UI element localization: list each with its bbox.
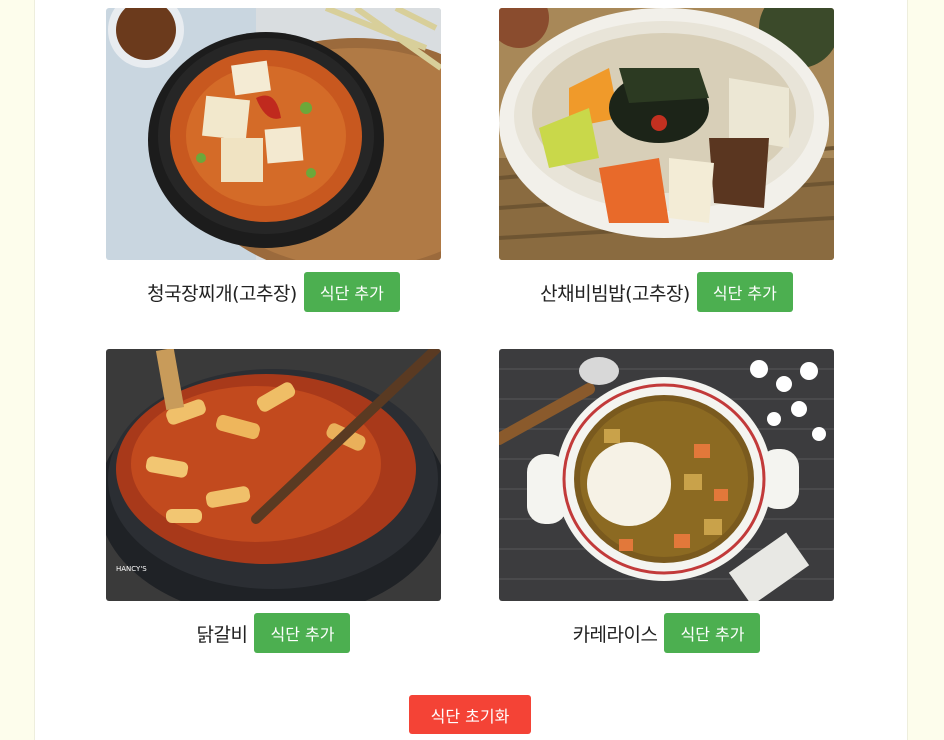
dish-caption: 닭갈비 식단 추가 bbox=[106, 613, 441, 653]
dish-caption: 카레라이스 식단 추가 bbox=[499, 613, 834, 653]
dish-name: 청국장찌개(고추장) bbox=[147, 282, 297, 305]
cheonggukjang-stew-image bbox=[106, 8, 441, 260]
dish-card-4: 카레라이스 식단 추가 bbox=[499, 349, 834, 653]
dish-card-2: 산채비빔밥(고추장) 식단 추가 bbox=[499, 8, 834, 312]
curry-rice-image bbox=[499, 349, 834, 601]
reset-menu-button[interactable]: 식단 초기화 bbox=[409, 695, 531, 734]
add-to-menu-button[interactable]: 식단 추가 bbox=[254, 613, 351, 653]
add-to-menu-button[interactable]: 식단 추가 bbox=[696, 272, 793, 312]
dish-card-3: HANCY'S 닭갈비 식단 추가 bbox=[106, 349, 441, 653]
add-to-menu-button[interactable]: 식단 추가 bbox=[664, 613, 761, 653]
dish-name: 산채비빔밥(고추장) bbox=[540, 282, 690, 305]
dakgalbi-image: HANCY'S bbox=[106, 349, 441, 601]
dish-name: 닭갈비 bbox=[196, 623, 248, 646]
dish-caption: 산채비빔밥(고추장) 식단 추가 bbox=[499, 272, 834, 312]
dish-name: 카레라이스 bbox=[572, 623, 658, 646]
add-to-menu-button[interactable]: 식단 추가 bbox=[303, 272, 400, 312]
dish-card-1: 청국장찌개(고추장) 식단 추가 bbox=[106, 8, 441, 312]
svg-text:HANCY'S: HANCY'S bbox=[116, 565, 147, 573]
dish-caption: 청국장찌개(고추장) 식단 추가 bbox=[106, 272, 441, 312]
sanchae-bibimbap-image bbox=[499, 8, 834, 260]
